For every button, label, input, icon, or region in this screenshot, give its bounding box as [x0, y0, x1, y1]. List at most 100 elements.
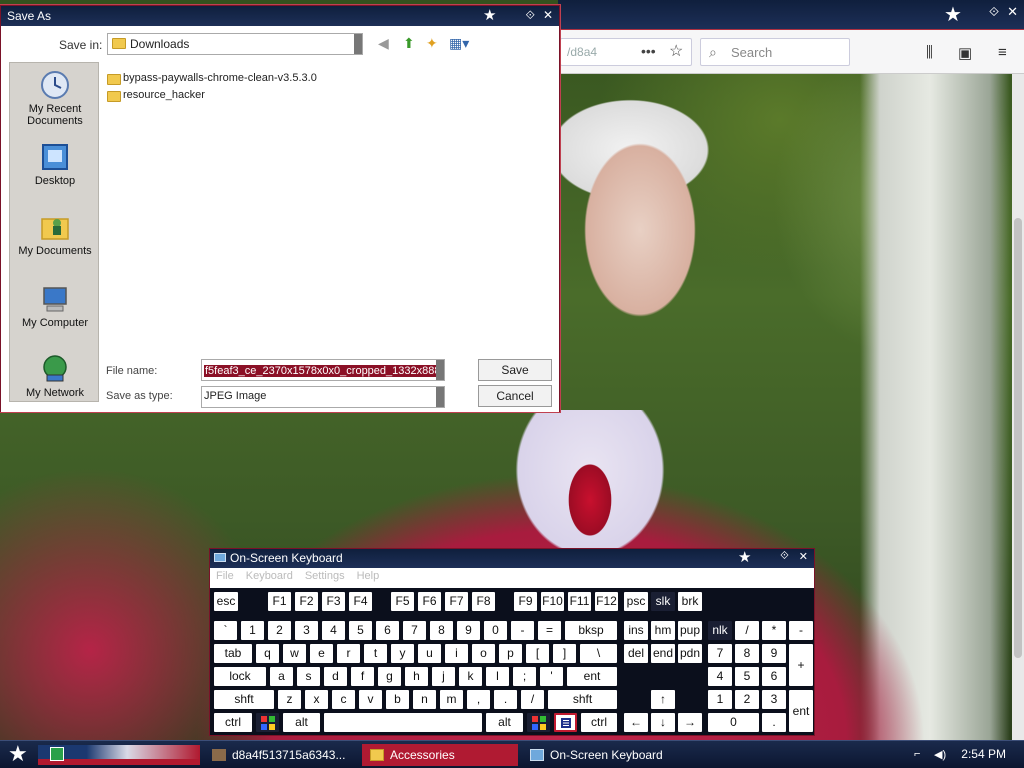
key-kp-multiply[interactable]: * — [762, 621, 786, 640]
key-q[interactable]: q — [256, 644, 279, 663]
key-equals[interactable]: = — [538, 621, 561, 640]
key-slk[interactable]: slk — [651, 592, 675, 611]
key-pdn[interactable]: pdn — [678, 644, 702, 663]
key-kp-divide[interactable]: / — [735, 621, 759, 640]
cancel-button[interactable]: Cancel — [478, 385, 552, 407]
dropdown-arrow[interactable] — [436, 387, 444, 407]
file-name-input[interactable]: f5feaf3_ce_2370x1578x0x0_cropped_1332x88… — [201, 359, 445, 381]
menu-settings[interactable]: Settings — [305, 570, 345, 586]
key-left-shift[interactable]: shft — [214, 690, 274, 709]
key-quote[interactable]: ' — [540, 667, 563, 686]
key-esc[interactable]: esc — [214, 592, 238, 611]
key-4[interactable]: 4 — [322, 621, 345, 640]
list-item[interactable]: bypass-paywalls-chrome-clean-v3.5.3.0 — [105, 72, 317, 88]
key-kp-6[interactable]: 6 — [762, 667, 786, 686]
menu-icon[interactable]: ≡ — [998, 44, 1007, 61]
dialog-titlebar[interactable]: Save As ★ ⟐ ✕ — [1, 6, 559, 26]
place-my-computer[interactable]: My Computer — [10, 283, 100, 329]
menu-help[interactable]: Help — [357, 570, 380, 586]
new-folder-icon[interactable]: ✦ — [426, 35, 438, 52]
key-p[interactable]: p — [499, 644, 522, 663]
key-caps-lock[interactable]: lock — [214, 667, 266, 686]
key-psc[interactable]: psc — [624, 592, 648, 611]
key-r[interactable]: r — [337, 644, 360, 663]
key-f[interactable]: f — [351, 667, 374, 686]
key-g[interactable]: g — [378, 667, 401, 686]
key-kp-enter[interactable]: ent — [789, 690, 813, 732]
key-del[interactable]: del — [624, 644, 648, 663]
list-item[interactable]: resource_hacker — [105, 89, 205, 105]
key-right-arrow[interactable]: → — [678, 713, 702, 732]
key-f10[interactable]: F10 — [541, 592, 564, 611]
key-kp-decimal[interactable]: . — [762, 713, 786, 732]
key-b[interactable]: b — [386, 690, 409, 709]
key-7[interactable]: 7 — [403, 621, 426, 640]
key-i[interactable]: i — [445, 644, 468, 663]
key-ins[interactable]: ins — [624, 621, 648, 640]
close-icon[interactable]: ✕ — [543, 8, 553, 23]
up-folder-icon[interactable]: ⬆ — [403, 35, 415, 52]
network-tray-icon[interactable]: ⌐ — [914, 748, 920, 760]
key-backslash[interactable]: \ — [580, 644, 617, 663]
key-2[interactable]: 2 — [268, 621, 291, 640]
key-s[interactable]: s — [297, 667, 320, 686]
key-right-alt[interactable]: alt — [486, 713, 523, 732]
key-l[interactable]: l — [486, 667, 509, 686]
key-a[interactable]: a — [270, 667, 293, 686]
key-o[interactable]: o — [472, 644, 495, 663]
key-f5[interactable]: F5 — [391, 592, 414, 611]
key-9[interactable]: 9 — [457, 621, 480, 640]
key-y[interactable]: y — [391, 644, 414, 663]
clock[interactable]: 2:54 PM — [961, 747, 1006, 761]
start-star-icon[interactable]: ★ — [8, 741, 28, 767]
key-h[interactable]: h — [405, 667, 428, 686]
key-enter[interactable]: ent — [567, 667, 617, 686]
key-f11[interactable]: F11 — [568, 592, 591, 611]
sidebar-icon[interactable]: ▣ — [958, 44, 972, 62]
key-kp-3[interactable]: 3 — [762, 690, 786, 709]
restore-icon[interactable]: ⟐ — [525, 8, 534, 23]
url-bar[interactable]: /d8a4 ••• ☆ — [560, 38, 692, 66]
key-down-arrow[interactable]: ↓ — [651, 713, 675, 732]
key-minus[interactable]: - — [511, 621, 534, 640]
key-6[interactable]: 6 — [376, 621, 399, 640]
key-x[interactable]: x — [305, 690, 328, 709]
key-kp-9[interactable]: 9 — [762, 644, 786, 663]
key-f12[interactable]: F12 — [595, 592, 618, 611]
taskbar-item-osk[interactable]: On-Screen Keyboard — [522, 744, 682, 766]
windows-logo-icon[interactable] — [527, 713, 550, 732]
save-in-dropdown[interactable]: Downloads — [107, 33, 363, 55]
key-k[interactable]: k — [459, 667, 482, 686]
key-0[interactable]: 0 — [484, 621, 507, 640]
windows-logo-icon[interactable] — [256, 713, 279, 732]
library-icon[interactable]: ⫼ — [926, 44, 933, 61]
key-kp-add[interactable]: + — [789, 644, 813, 686]
restore-icon[interactable]: ⟐ — [989, 4, 999, 20]
page-actions-icon[interactable]: ••• — [641, 43, 656, 59]
back-icon[interactable]: ◀ — [378, 35, 389, 52]
volume-tray-icon[interactable]: ◀) — [934, 748, 946, 761]
save-type-dropdown[interactable]: JPEG Image — [201, 386, 445, 408]
key-comma[interactable]: , — [467, 690, 490, 709]
key-kp-8[interactable]: 8 — [735, 644, 759, 663]
close-icon[interactable]: ✕ — [1007, 4, 1018, 20]
key-u[interactable]: u — [418, 644, 441, 663]
dropdown-arrow[interactable] — [436, 360, 444, 380]
key-kp-7[interactable]: 7 — [708, 644, 732, 663]
key-z[interactable]: z — [278, 690, 301, 709]
dropdown-arrow[interactable] — [354, 34, 362, 54]
key-n[interactable]: n — [413, 690, 436, 709]
search-input[interactable]: ⌕ Search — [700, 38, 850, 66]
key-bksp[interactable]: bksp — [565, 621, 617, 640]
key-pup[interactable]: pup — [678, 621, 702, 640]
key-kp-0[interactable]: 0 — [708, 713, 759, 732]
quick-launch-icon[interactable] — [50, 747, 64, 761]
key-left-bracket[interactable]: [ — [526, 644, 549, 663]
key-c[interactable]: c — [332, 690, 355, 709]
key-f1[interactable]: F1 — [268, 592, 291, 611]
key-f3[interactable]: F3 — [322, 592, 345, 611]
key-f7[interactable]: F7 — [445, 592, 468, 611]
key-backtick[interactable]: ` — [214, 621, 237, 640]
key-v[interactable]: v — [359, 690, 382, 709]
place-recent-documents[interactable]: My Recent Documents — [10, 69, 100, 127]
